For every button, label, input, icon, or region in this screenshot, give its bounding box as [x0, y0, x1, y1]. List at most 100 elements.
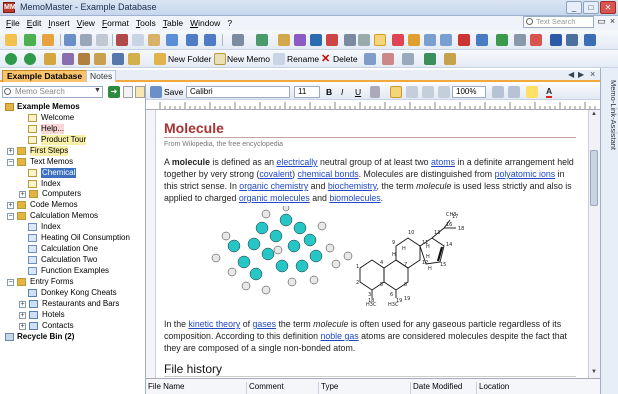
tree-node-example-memos[interactable]: Example Memos [17, 102, 80, 112]
grid-icon[interactable] [514, 34, 526, 46]
redo-icon[interactable] [204, 34, 216, 46]
rename-button[interactable]: Rename [287, 54, 319, 64]
underline-button[interactable]: U [355, 87, 361, 97]
align-left-icon[interactable] [390, 86, 402, 98]
col-comment[interactable]: Comment [246, 382, 284, 394]
folder-up-icon[interactable] [44, 53, 56, 65]
monitor-icon[interactable] [566, 34, 578, 46]
wiki-link[interactable]: biomolecules [329, 193, 380, 203]
paste-icon[interactable] [148, 34, 160, 46]
print2-icon[interactable] [94, 53, 106, 65]
menu-table[interactable]: Table [163, 18, 183, 28]
menu-tools[interactable]: Tools [136, 18, 156, 28]
tree-node-calculation-two[interactable]: Calculation Two [41, 255, 97, 265]
scroll-up-icon[interactable]: ▲ [591, 111, 597, 117]
collapse-icon[interactable]: − [7, 159, 14, 166]
globe-icon[interactable] [256, 34, 268, 46]
tree-node-product-tour[interactable]: Product Tour [41, 135, 87, 145]
tree-node-help[interactable]: Help... [41, 124, 65, 134]
tab-nav-right-icon[interactable]: ▶ [578, 70, 584, 79]
memo-search-input[interactable]: Memo Search [2, 86, 103, 98]
export-icon[interactable] [392, 34, 404, 46]
document-editor[interactable]: Molecule From Wikipedia, the free encycl… [156, 110, 588, 378]
tree-node-code-memos[interactable]: Code Memos [30, 200, 78, 210]
open-icon[interactable] [42, 34, 54, 46]
scroll-thumb[interactable] [590, 150, 598, 206]
new-folder-button[interactable]: New Folder [168, 54, 211, 64]
memo-list-icon[interactable] [123, 86, 133, 98]
go-arrow-icon[interactable]: ➜ [108, 86, 120, 98]
edit-icon[interactable] [232, 34, 244, 46]
text-search-input[interactable]: Text Search [523, 16, 594, 28]
sort-icon[interactable] [62, 53, 74, 65]
wiki-link[interactable]: electrically [276, 157, 317, 167]
menu-view[interactable]: View [77, 18, 95, 28]
menu-insert[interactable]: Insert [48, 18, 69, 28]
tree-node-restaurants[interactable]: Restaurants and Bars [42, 299, 119, 309]
tree-node-recycle-bin[interactable]: Recycle Bin (2) [17, 332, 74, 342]
tab-close-icon[interactable]: × [590, 69, 595, 79]
print-icon[interactable] [80, 34, 92, 46]
stop-icon[interactable] [530, 34, 542, 46]
font-select[interactable]: Calibri [186, 86, 290, 98]
clock-icon[interactable] [310, 34, 322, 46]
zoom-select[interactable]: 100% [452, 86, 486, 98]
italic-button[interactable]: I [341, 87, 343, 97]
tree-node-function-examples[interactable]: Function Examples [41, 266, 109, 276]
format-painter-icon[interactable] [166, 34, 178, 46]
menu-edit[interactable]: Edit [27, 18, 42, 28]
expand-icon[interactable]: + [19, 312, 26, 319]
delete-button[interactable]: Delete [333, 54, 358, 64]
tree-node-first-steps[interactable]: First Steps [30, 146, 69, 156]
collapse-icon[interactable]: − [7, 279, 14, 286]
close-doc-icon[interactable]: × [607, 16, 618, 27]
tree-node-welcome[interactable]: Welcome [41, 113, 74, 123]
open-folder-icon[interactable] [5, 34, 17, 46]
tab-notes[interactable]: Notes [86, 70, 117, 82]
justify-icon[interactable] [438, 86, 450, 98]
wiki-link[interactable]: gases [253, 319, 276, 329]
wiki-link[interactable]: kinetic theory [188, 319, 240, 329]
wiki-link[interactable]: biochemistry [328, 181, 377, 191]
tab-example-database[interactable]: Example Database [2, 70, 88, 82]
close-button[interactable]: ✕ [600, 1, 616, 14]
save-icon[interactable] [64, 34, 76, 46]
properties-icon[interactable] [364, 53, 376, 65]
highlight-color-icon[interactable] [526, 86, 538, 98]
expand-icon[interactable]: + [19, 323, 26, 330]
wiki-link[interactable]: covalent [259, 169, 292, 179]
tree-node-contacts[interactable]: Contacts [42, 321, 74, 331]
tree-node-chemical[interactable]: Chemical [41, 168, 77, 178]
wiki-link[interactable]: organic molecules [239, 193, 310, 203]
align-right-icon[interactable] [422, 86, 434, 98]
tool-icon[interactable] [294, 34, 306, 46]
attach-icon[interactable] [382, 53, 394, 65]
numbering-icon[interactable] [508, 86, 520, 98]
col-type[interactable]: Type [318, 382, 338, 394]
wiki-link[interactable]: chemical bonds [298, 169, 359, 179]
import-icon[interactable] [408, 34, 420, 46]
window2-icon[interactable] [440, 34, 452, 46]
highlight-icon[interactable] [374, 34, 386, 46]
tab-nav-left-icon[interactable]: ◀ [568, 70, 574, 79]
col-location[interactable]: Location [476, 382, 509, 394]
wiki-link[interactable]: noble gas [320, 331, 358, 341]
tree-node-text-memos[interactable]: Text Memos [30, 157, 73, 167]
wiki-link[interactable]: organic chemistry [239, 181, 308, 191]
strikethrough-icon[interactable] [370, 86, 380, 98]
font-color-icon[interactable]: A [546, 86, 553, 98]
tree-node-heating-oil[interactable]: Heating Oil Consumption [41, 233, 130, 243]
col-file-name[interactable]: File Name [146, 382, 184, 394]
refresh-icon[interactable] [24, 34, 36, 46]
menu-window[interactable]: Window [190, 18, 220, 28]
options-icon[interactable] [444, 53, 456, 65]
copy-icon[interactable] [132, 34, 144, 46]
key-icon[interactable] [278, 34, 290, 46]
bullets-icon[interactable] [492, 86, 504, 98]
minimize-button[interactable]: _ [566, 1, 582, 14]
restore-icon[interactable]: ▭ [596, 16, 607, 27]
export2-icon[interactable] [424, 53, 436, 65]
expand-icon[interactable]: + [7, 148, 14, 155]
new-memo-button[interactable]: New Memo [227, 54, 270, 64]
tree-node-computers[interactable]: Computers [42, 189, 81, 199]
